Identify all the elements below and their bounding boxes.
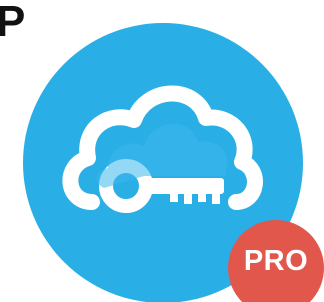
- key-tooth: [184, 192, 192, 204]
- key-tooth: [170, 192, 178, 202]
- key-tooth: [212, 192, 220, 204]
- pro-badge-label: PRO: [243, 244, 309, 277]
- key-tooth: [198, 192, 206, 202]
- key-shaft: [144, 178, 224, 194]
- app-icon-container[interactable]: PRO: [0, 0, 324, 302]
- pro-badge: PRO: [222, 216, 324, 302]
